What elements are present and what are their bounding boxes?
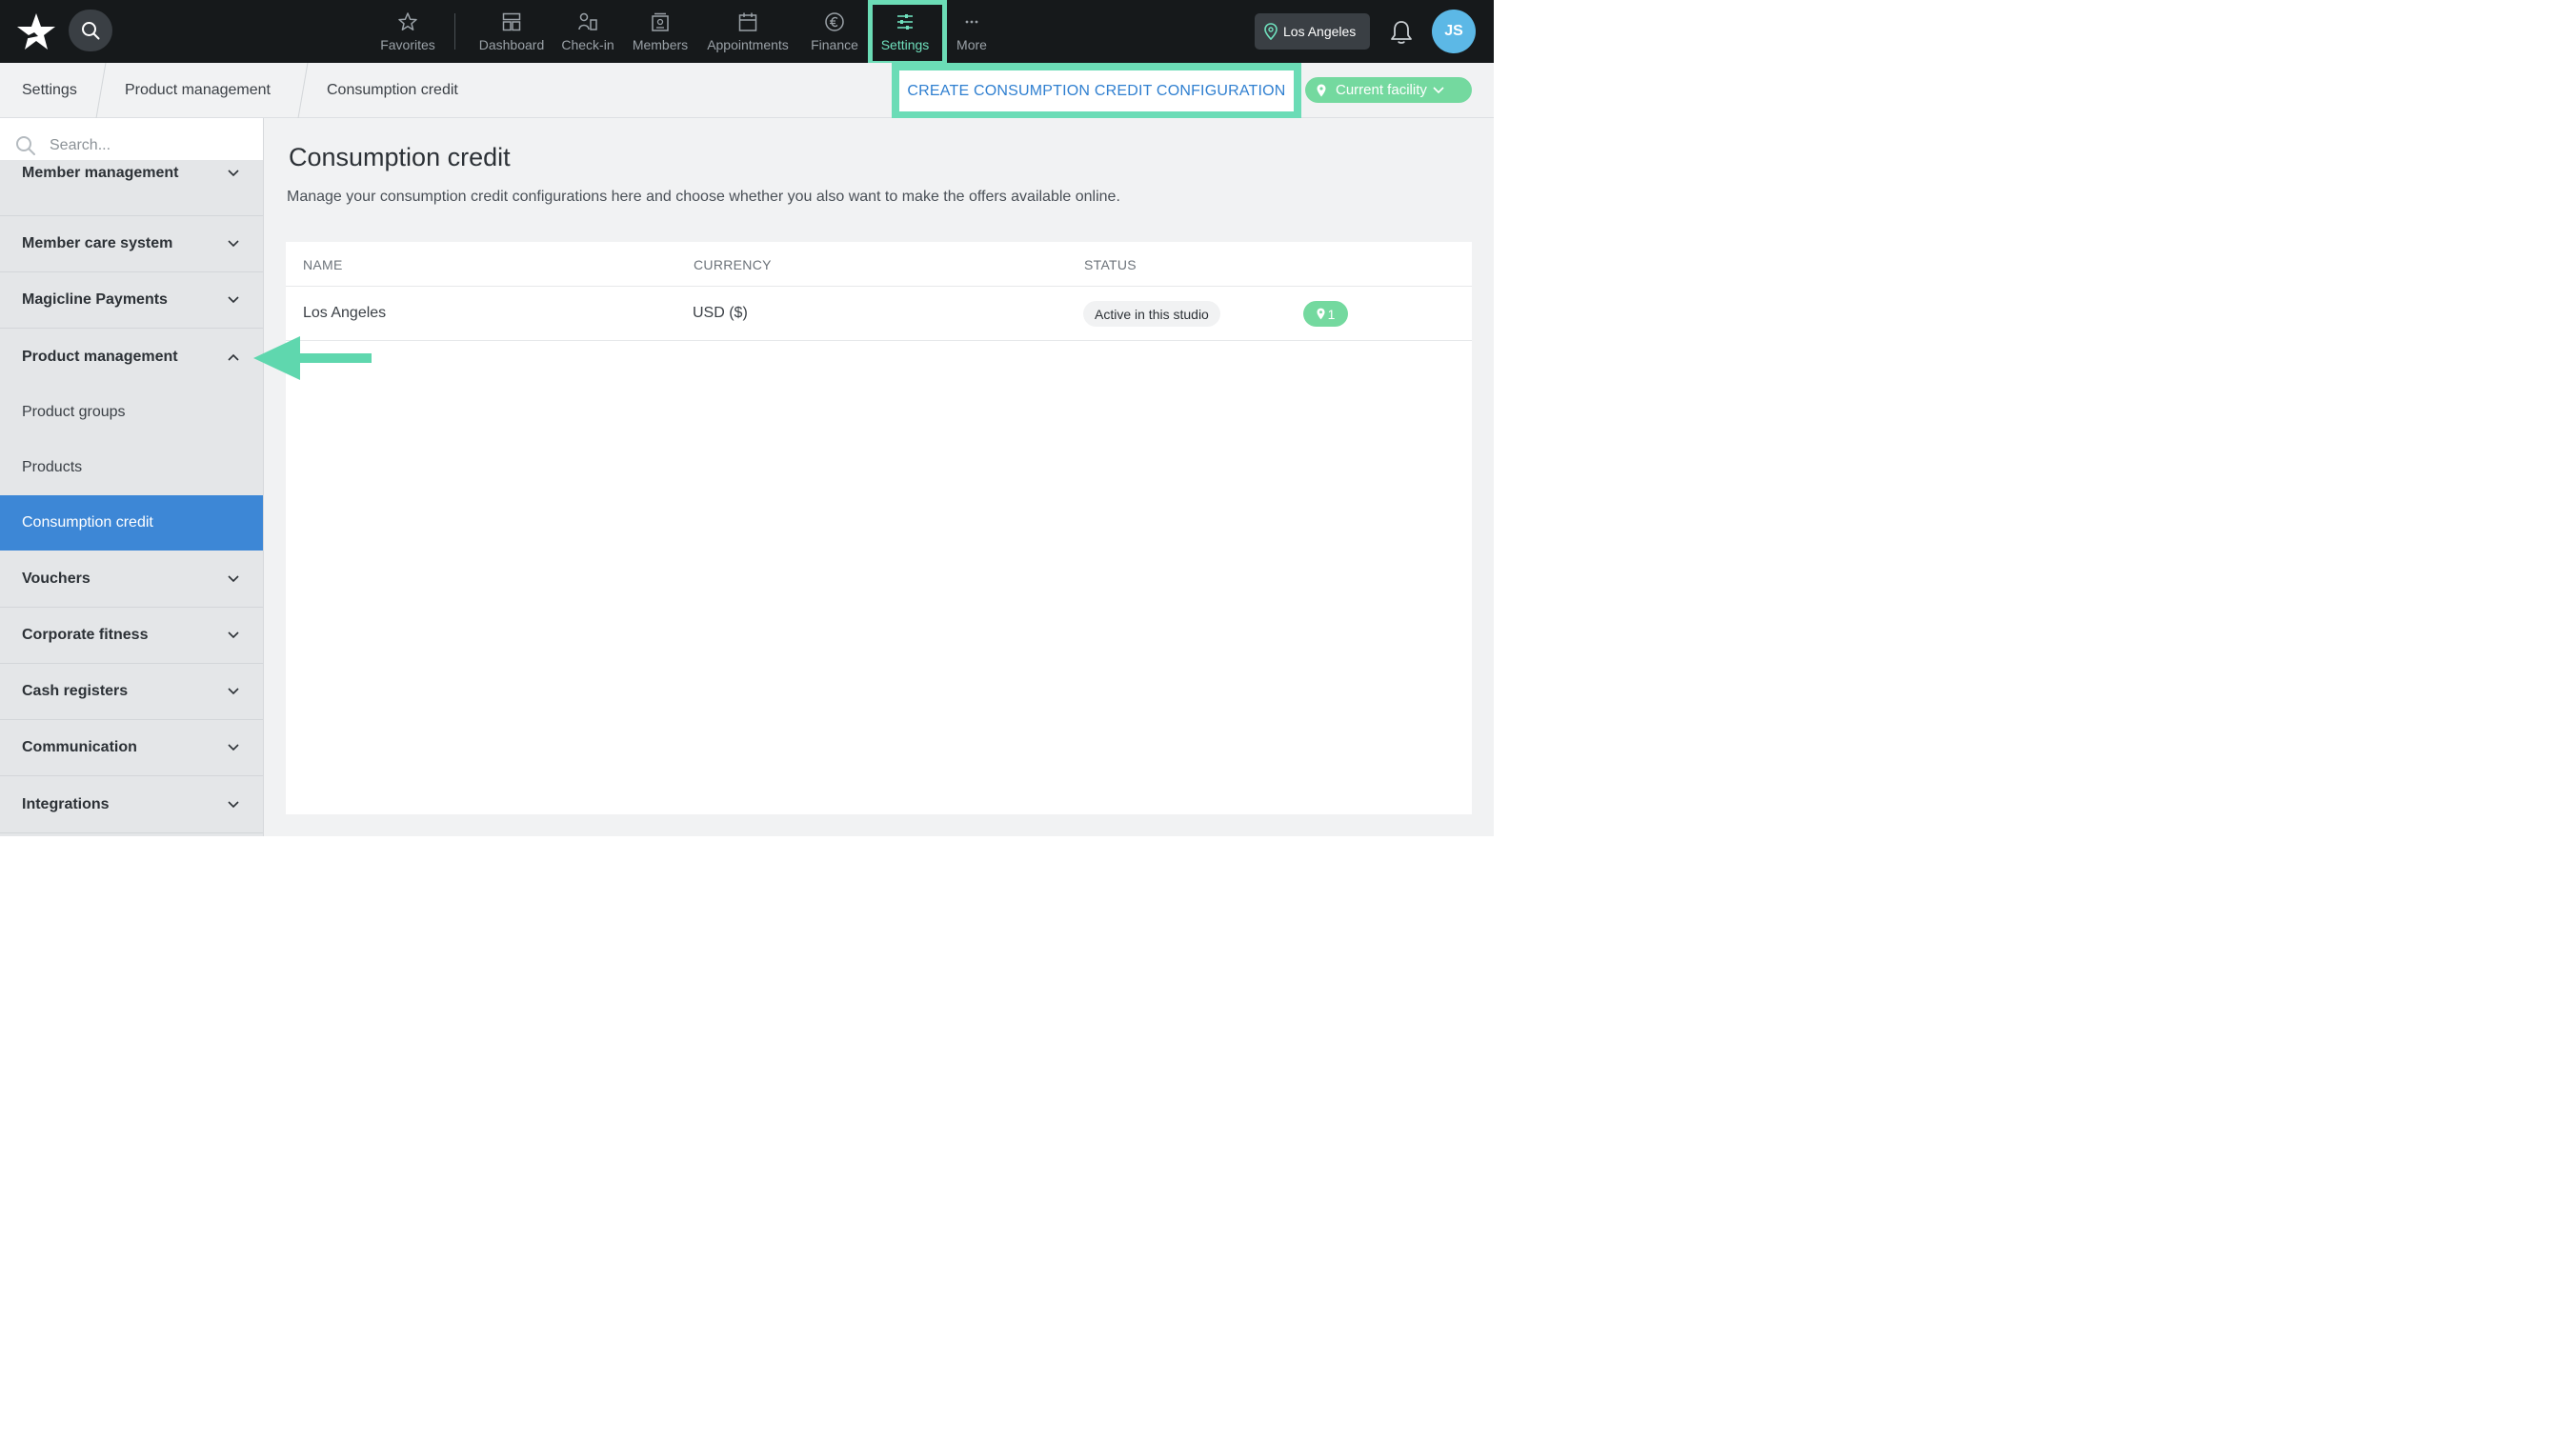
star-icon <box>398 11 417 30</box>
nav-appointments[interactable]: Appointments <box>703 0 793 63</box>
avatar-initials: JS <box>1444 23 1463 39</box>
location-count-badge[interactable]: 1 <box>1303 301 1348 327</box>
bell-icon[interactable] <box>1389 19 1414 46</box>
location-label: Los Angeles <box>1283 24 1357 39</box>
ellipsis-icon <box>965 20 978 23</box>
nav-finance[interactable]: Finance <box>806 0 863 63</box>
sidebar-item-label: Product management <box>22 348 178 365</box>
sidebar-item-member-management[interactable]: Member management <box>0 160 263 216</box>
page-title: Consumption credit <box>289 143 511 171</box>
sidebar-subitem-products[interactable]: Products <box>0 440 263 495</box>
sidebar-item-label: Integrations <box>22 795 110 812</box>
breadcrumb-separator <box>95 63 107 118</box>
chevron-down-icon <box>228 296 239 304</box>
breadcrumb-consumption-credit: Consumption credit <box>327 82 458 98</box>
sidebar-item-label: Communication <box>22 739 137 755</box>
annotation-arrow-icon <box>253 336 372 380</box>
avatar[interactable]: JS <box>1432 10 1476 53</box>
chevron-down-icon <box>228 240 239 248</box>
members-icon <box>652 12 669 31</box>
cell-currency: USD ($) <box>693 305 748 321</box>
breadcrumb-separator <box>297 63 309 118</box>
nav-label: Members <box>632 36 689 52</box>
studio-location-button[interactable]: Los Angeles <box>1255 13 1370 50</box>
nav-check-in[interactable]: Check-in <box>559 0 616 63</box>
column-header-status[interactable]: STATUS <box>1084 257 1137 272</box>
nav-members[interactable]: Members <box>629 0 692 63</box>
euro-icon <box>825 11 844 31</box>
sidebar-item-cash-registers[interactable]: Cash registers <box>0 664 263 720</box>
sidebar-search-input[interactable] <box>50 136 240 154</box>
nav-label: Favorites <box>380 36 435 52</box>
nav-favorites[interactable]: Favorites <box>376 0 439 63</box>
create-consumption-credit-configuration-button[interactable]: CREATE CONSUMPTION CREDIT CONFIGURATION <box>899 70 1294 111</box>
map-pin-icon <box>1317 308 1325 320</box>
chevron-up-icon <box>228 353 239 361</box>
nav-label: Appointments <box>707 36 789 52</box>
current-facility-dropdown[interactable]: Current facility <box>1305 77 1472 103</box>
nav-dashboard[interactable]: Dashboard <box>476 0 547 63</box>
status-badge: Active in this studio <box>1083 301 1220 327</box>
sidebar-item-magicline-payments[interactable]: Magicline Payments <box>0 272 263 329</box>
nav-label: Check-in <box>561 36 614 52</box>
settings-highlight-frame <box>868 0 947 66</box>
sidebar-item-communication[interactable]: Communication <box>0 720 263 776</box>
top-navigation: Favorites Dashboard Check-in Members App… <box>0 0 1494 66</box>
nav-label: More <box>956 36 987 52</box>
sidebar-subitem-product-groups[interactable]: Product groups <box>0 385 263 440</box>
global-search-button[interactable] <box>69 10 112 51</box>
sidebar-item-corporate-fitness[interactable]: Corporate fitness <box>0 608 263 664</box>
chevron-down-icon <box>228 744 239 751</box>
breadcrumb-product-management[interactable]: Product management <box>125 63 271 118</box>
table-divider <box>286 286 1472 287</box>
column-header-name[interactable]: NAME <box>303 257 343 272</box>
location-count: 1 <box>1327 306 1336 322</box>
sidebar-item-label: Member management <box>22 165 179 181</box>
sidebar-item-product-management[interactable]: Product management <box>0 329 263 385</box>
chevron-down-icon <box>228 688 239 695</box>
sidebar-item-label: Member care system <box>22 235 173 251</box>
sidebar-item-member-care-system[interactable]: Member care system <box>0 216 263 272</box>
sidebar-subitem-consumption-credit[interactable]: Consumption credit <box>0 495 263 551</box>
chevron-down-icon <box>228 800 239 808</box>
cell-name: Los Angeles <box>303 305 387 321</box>
column-header-currency[interactable]: CURRENCY <box>694 257 772 272</box>
check-in-icon <box>578 12 597 30</box>
calendar-icon <box>738 12 757 31</box>
consumption-credit-table <box>286 242 1472 814</box>
nav-divider <box>454 13 455 50</box>
nav-more[interactable]: More <box>951 0 993 63</box>
facility-label: Current facility <box>1336 82 1427 98</box>
sidebar-item-vouchers[interactable]: Vouchers <box>0 551 263 608</box>
star-logo-icon[interactable] <box>15 11 57 51</box>
sidebar-item-label: Vouchers <box>22 570 91 587</box>
table-divider <box>286 340 1472 341</box>
chevron-down-icon <box>228 574 239 582</box>
chevron-down-icon <box>228 631 239 639</box>
chevron-down-icon <box>1433 86 1444 93</box>
search-icon <box>16 135 35 155</box>
map-pin-icon <box>1317 84 1326 96</box>
nav-label: Finance <box>811 36 858 52</box>
status-label: Active in this studio <box>1095 306 1209 322</box>
sidebar-item-label: Corporate fitness <box>22 627 149 643</box>
page-description: Manage your consumption credit configura… <box>287 189 1120 205</box>
dashboard-icon <box>502 12 521 30</box>
sidebar-item-label: Magicline Payments <box>22 291 168 308</box>
chevron-down-icon <box>228 170 239 177</box>
breadcrumb-settings[interactable]: Settings <box>22 63 77 118</box>
sidebar-item-integrations[interactable]: Integrations <box>0 776 263 833</box>
nav-label: Dashboard <box>478 36 545 52</box>
settings-sidebar: Member management Member care system Mag… <box>0 118 264 836</box>
search-icon <box>82 22 100 40</box>
map-pin-icon <box>1264 23 1278 40</box>
sidebar-item-label: Cash registers <box>22 683 129 699</box>
